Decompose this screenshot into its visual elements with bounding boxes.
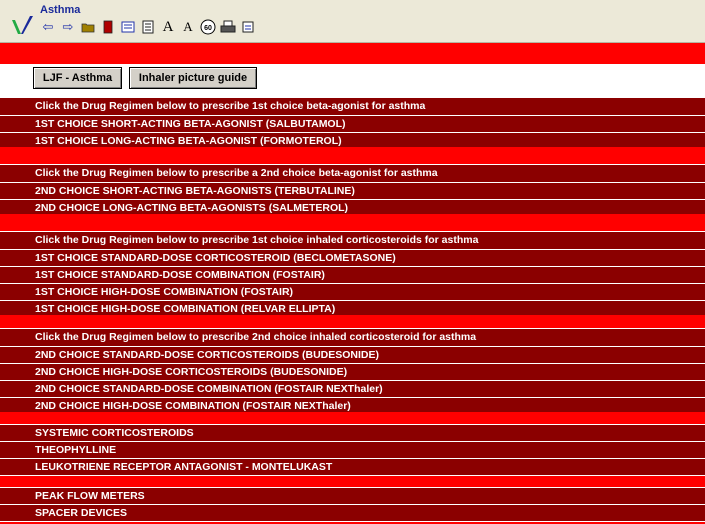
drug-regimen-systemic-corticosteroids[interactable]: SYSTEMIC CORTICOSTEROIDS (0, 425, 705, 441)
drug-regimen-beclometasone[interactable]: 1ST CHOICE STANDARD-DOSE CORTICOSTEROID … (0, 250, 705, 266)
button-bar: LJF - Asthma Inhaler picture guide (0, 65, 705, 95)
index-icon[interactable] (120, 19, 136, 35)
drug-regimen-fostair-standard[interactable]: 1ST CHOICE STANDARD-DOSE COMBINATION (FO… (0, 267, 705, 283)
drug-regimen-fostair-high[interactable]: 1ST CHOICE HIGH-DOSE COMBINATION (FOSTAI… (0, 284, 705, 300)
inhaler-picture-guide-button[interactable]: Inhaler picture guide (129, 67, 257, 89)
ljf-asthma-button[interactable]: LJF - Asthma (33, 67, 122, 89)
section-devices: PEAK FLOW METERS SPACER DEVICES (0, 488, 705, 522)
toolbar-icons: ⇦ ⇨ A A 60 (40, 18, 256, 36)
app-logo-icon (12, 16, 33, 34)
device-spacer-devices[interactable]: SPACER DEVICES (0, 505, 705, 521)
toolbar: Asthma ⇦ ⇨ A A 60 (0, 0, 705, 43)
sixty-icon[interactable]: 60 (200, 19, 216, 35)
red-separator (0, 476, 705, 487)
section-heading: Click the Drug Regimen below to prescrib… (0, 165, 705, 182)
section-heading: Click the Drug Regimen below to prescrib… (0, 329, 705, 346)
contents-icon[interactable] (140, 19, 156, 35)
font-decrease-icon[interactable]: A (180, 19, 196, 35)
drug-regimen-terbutaline[interactable]: 2ND CHOICE SHORT-ACTING BETA-AGONISTS (T… (0, 183, 705, 199)
forward-arrow-icon[interactable]: ⇨ (60, 19, 76, 35)
top-red-bar (0, 43, 705, 64)
drug-regimen-montelukast[interactable]: LEUKOTRIENE RECEPTOR ANTAGONIST - MONTEL… (0, 459, 705, 475)
section-heading: Click the Drug Regimen below to prescrib… (0, 232, 705, 249)
red-separator (0, 412, 705, 424)
print-icon[interactable] (220, 19, 236, 35)
drug-regimen-budesonide-standard[interactable]: 2ND CHOICE STANDARD-DOSE CORTICOSTEROIDS… (0, 347, 705, 363)
drug-regimen-theophylline[interactable]: THEOPHYLLINE (0, 442, 705, 458)
section-heading: Click the Drug Regimen below to prescrib… (0, 98, 705, 115)
red-separator (0, 147, 705, 164)
section-other-therapies: SYSTEMIC CORTICOSTEROIDS THEOPHYLLINE LE… (0, 425, 705, 476)
red-separator (0, 214, 705, 231)
section-first-beta-agonist: Click the Drug Regimen below to prescrib… (0, 98, 705, 150)
svg-text:60: 60 (204, 25, 212, 32)
red-separator (0, 315, 705, 328)
back-arrow-icon[interactable]: ⇦ (40, 19, 56, 35)
font-increase-icon[interactable]: A (160, 19, 176, 35)
drug-regimen-salbutamol[interactable]: 1ST CHOICE SHORT-ACTING BETA-AGONIST (SA… (0, 116, 705, 132)
section-second-beta-agonist: Click the Drug Regimen below to prescrib… (0, 165, 705, 217)
book-icon[interactable] (100, 19, 116, 35)
export-icon[interactable] (240, 19, 256, 35)
drug-regimen-budesonide-high[interactable]: 2ND CHOICE HIGH-DOSE CORTICOSTEROIDS (BU… (0, 364, 705, 380)
device-peak-flow-meters[interactable]: PEAK FLOW METERS (0, 488, 705, 504)
drug-regimen-nexthaler-standard[interactable]: 2ND CHOICE STANDARD-DOSE COMBINATION (FO… (0, 381, 705, 397)
section-second-inhaled-corticosteroid: Click the Drug Regimen below to prescrib… (0, 329, 705, 415)
app-title: Asthma (40, 4, 81, 16)
section-first-inhaled-corticosteroids: Click the Drug Regimen below to prescrib… (0, 232, 705, 318)
folder-icon[interactable] (80, 19, 96, 35)
